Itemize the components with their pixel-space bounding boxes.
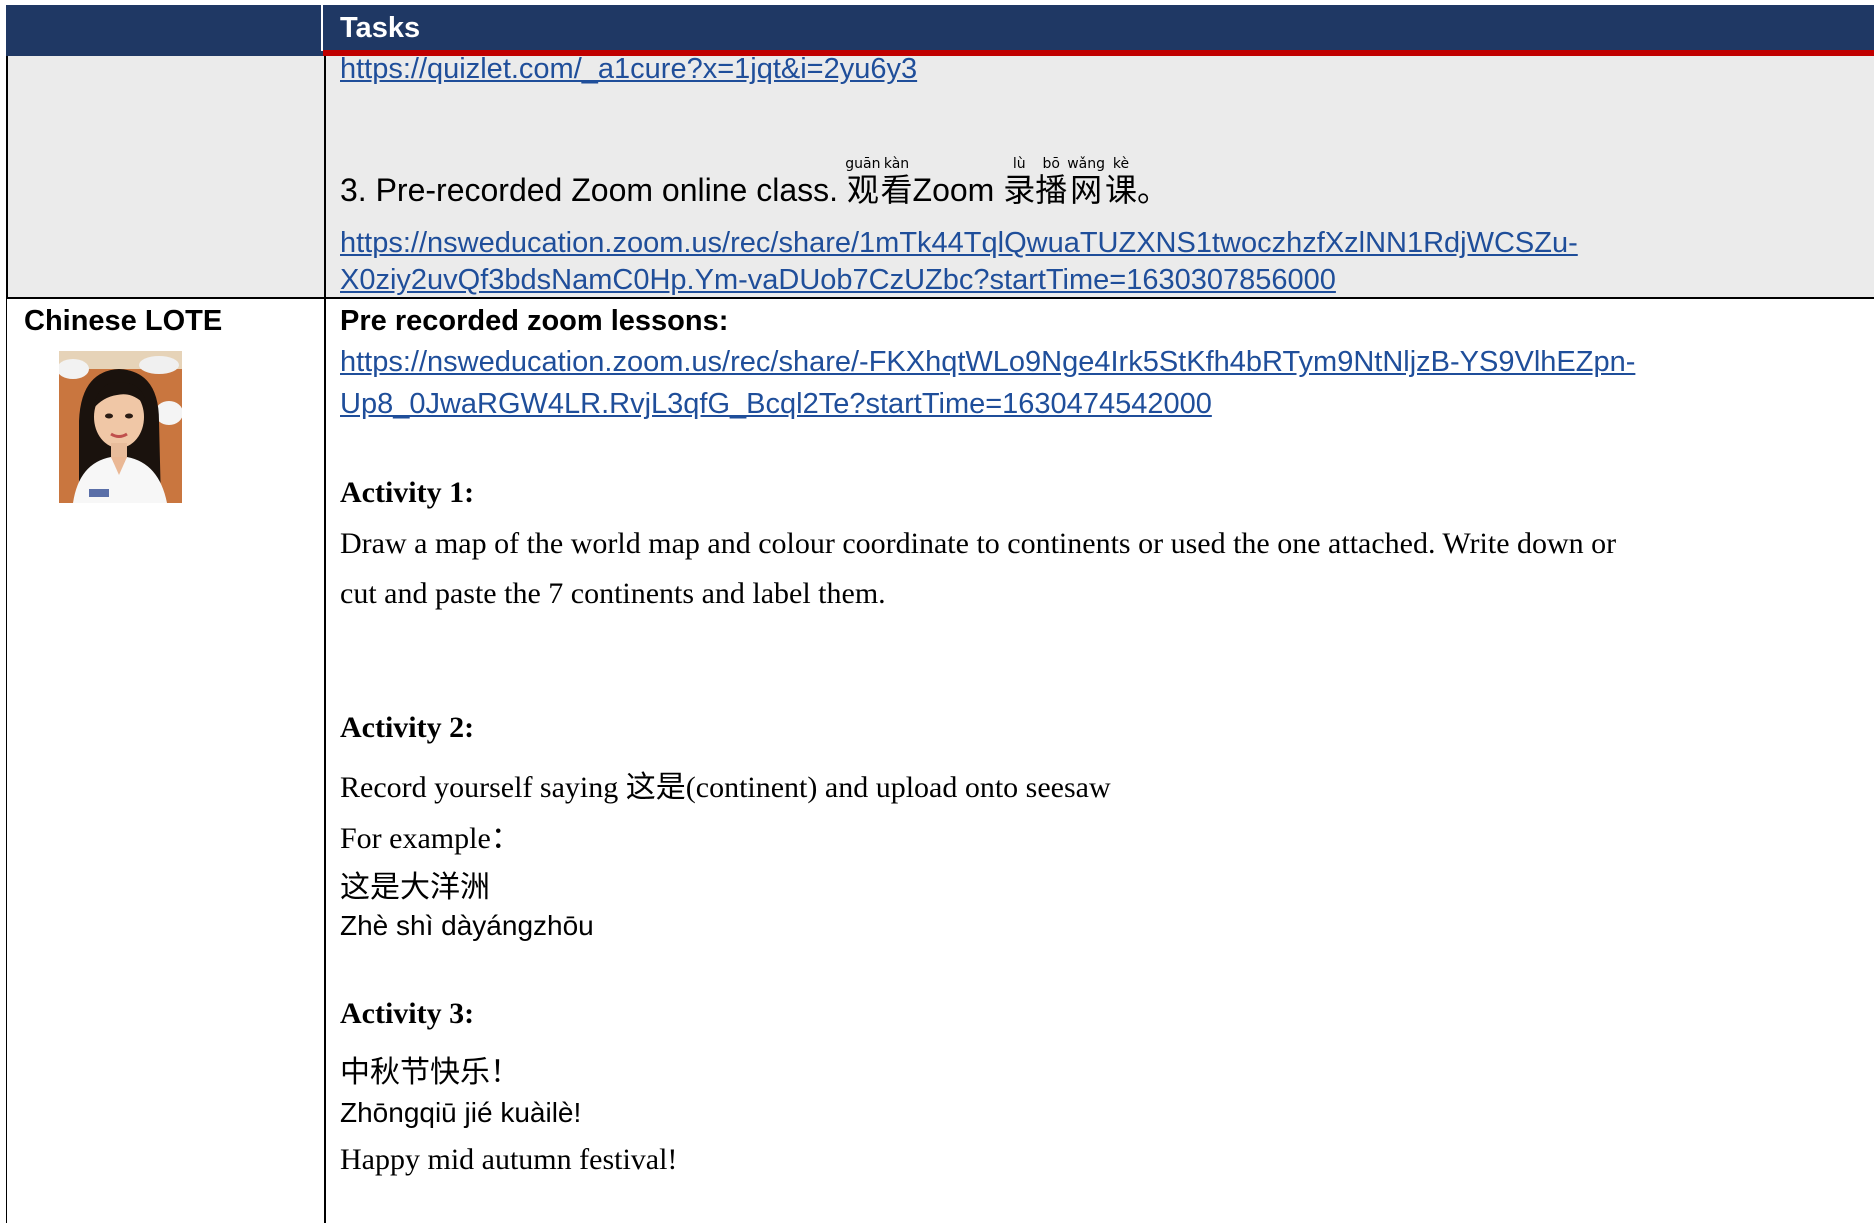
- lessons-heading: Pre recorded zoom lessons:: [340, 305, 729, 337]
- zoom-link-2-line1[interactable]: https://nsweducation.zoom.us/rec/share/-…: [340, 346, 1635, 379]
- activity1-line1: Draw a map of the world map and colour c…: [340, 527, 1617, 560]
- ruby-ke: 课kè: [1105, 156, 1138, 208]
- ruby-bo: 播bō: [1035, 156, 1068, 208]
- zoom-link-1-line2[interactable]: X0ziy2uvQf3bdsNamC0Hp.Ym-vaDUob7CzUZbc?s…: [340, 264, 1336, 297]
- header-title: Tasks: [340, 12, 421, 44]
- row-divider: [6, 297, 1874, 299]
- border-left-row1: [6, 56, 8, 299]
- activity1-line2: cut and paste the 7 continents and label…: [340, 577, 886, 610]
- teacher-photo: [59, 351, 182, 503]
- quizlet-link[interactable]: https://quizlet.com/_a1cure?x=1jqt&i=2yu…: [340, 53, 917, 86]
- item3-prefix: 3. Pre-recorded Zoom online class.: [340, 172, 847, 208]
- header-divider: [321, 5, 323, 51]
- zoom-link-2-line2[interactable]: Up8_0JwaRGW4LR.RvjL3qfG_Bcql2Te?startTim…: [340, 388, 1212, 421]
- ruby-wang: 网wǎng: [1067, 156, 1106, 208]
- activity2-line1: Record yourself saying 这是(continent) and…: [340, 771, 1111, 804]
- activity1-title: Activity 1:: [340, 476, 475, 509]
- item3-mid: Zoom: [912, 172, 1004, 208]
- activity3-line3: Happy mid autumn festival!: [340, 1143, 678, 1176]
- border-left-row2: [6, 299, 7, 1223]
- column-divider: [324, 56, 326, 1223]
- subject-label: Chinese LOTE: [24, 305, 223, 337]
- ruby-guan: 观guān: [845, 156, 881, 208]
- ruby-kan: 看kàn: [880, 156, 913, 208]
- activity2-line2: For example：: [340, 822, 521, 855]
- activity2-title: Activity 2:: [340, 711, 475, 744]
- activity2-line3: 这是大洋洲: [340, 871, 490, 904]
- activity2-line4: Zhè shì dàyángzhōu: [340, 910, 594, 941]
- item3-text: 3. Pre-recorded Zoom online class. 观guān…: [340, 156, 1170, 211]
- table-header: [6, 5, 1874, 56]
- activity3-title: Activity 3:: [340, 997, 475, 1030]
- zoom-link-1-line1[interactable]: https://nsweducation.zoom.us/rec/share/1…: [340, 227, 1578, 260]
- activity3-line2: Zhōngqiū jié kuàilè!: [340, 1097, 582, 1128]
- item3-end: 。: [1137, 172, 1170, 208]
- activity3-line1: 中秋节快乐！: [340, 1056, 520, 1089]
- teacher-portrait-icon: [59, 351, 182, 503]
- ruby-lu: 录lù: [1003, 156, 1036, 208]
